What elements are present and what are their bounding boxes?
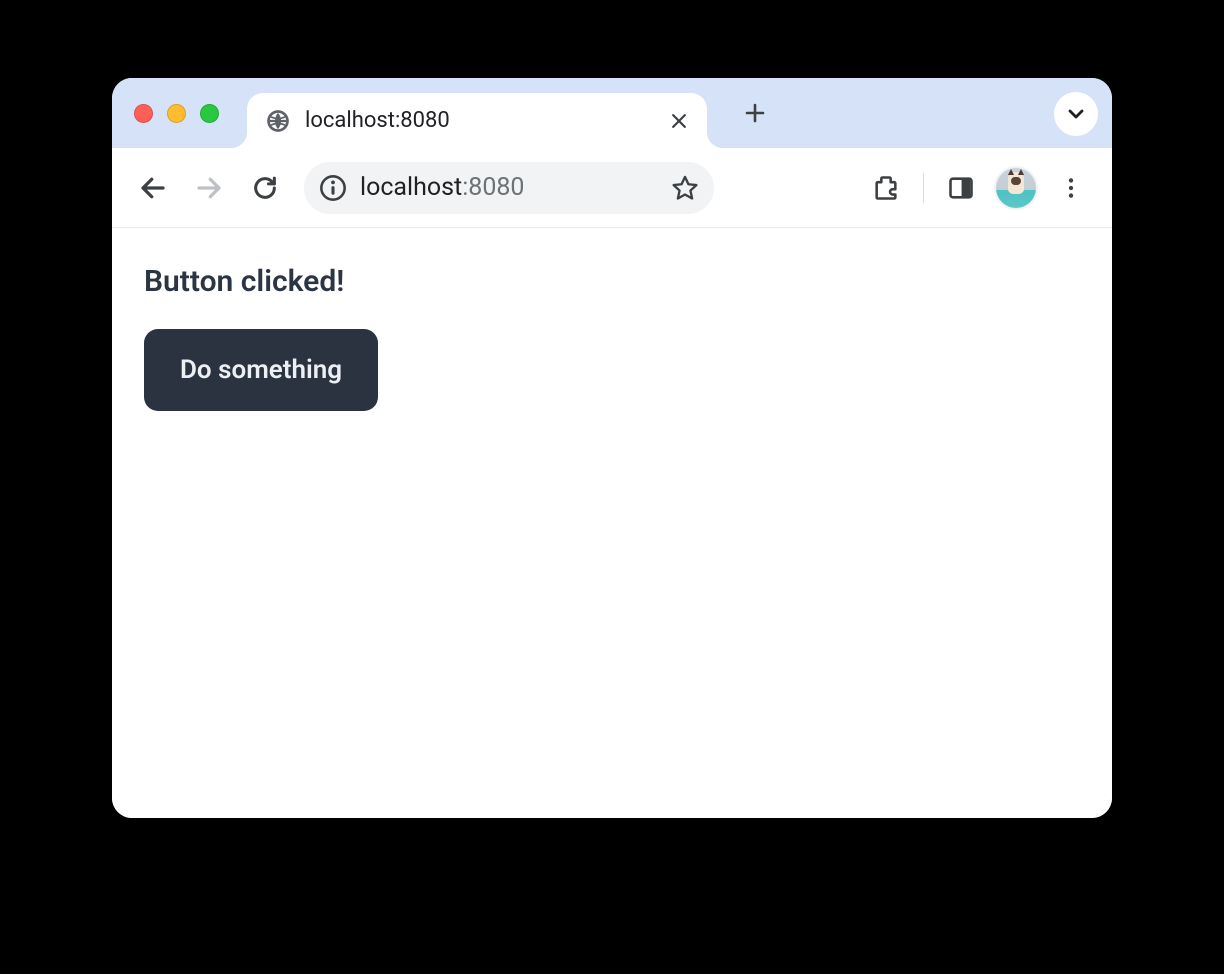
back-button[interactable] <box>130 165 176 211</box>
window-controls <box>134 104 219 123</box>
kebab-menu-icon <box>1058 175 1084 201</box>
close-window-button[interactable] <box>134 104 153 123</box>
browser-tab[interactable]: localhost:8080 <box>247 93 707 148</box>
minimize-window-button[interactable] <box>167 104 186 123</box>
toolbar-separator <box>923 173 924 203</box>
browser-window: localhost:8080 <box>112 78 1112 818</box>
extensions-button[interactable] <box>863 165 909 211</box>
address-bar[interactable]: localhost:8080 <box>304 162 714 214</box>
toolbar: localhost:8080 <box>112 148 1112 228</box>
status-message: Button clicked! <box>144 264 1080 299</box>
profile-button[interactable] <box>994 166 1038 210</box>
tab-search-button[interactable] <box>1054 92 1098 136</box>
forward-button[interactable] <box>186 165 232 211</box>
tab-title: localhost:8080 <box>305 108 655 133</box>
bookmark-button[interactable] <box>670 173 700 203</box>
panel-icon <box>947 174 975 202</box>
chevron-down-icon <box>1064 102 1088 126</box>
tab-wrap: localhost:8080 <box>247 78 707 148</box>
chrome-menu-button[interactable] <box>1048 165 1094 211</box>
close-tab-button[interactable] <box>669 111 689 131</box>
plus-icon <box>743 101 767 125</box>
reload-icon <box>251 174 279 202</box>
maximize-window-button[interactable] <box>200 104 219 123</box>
star-icon <box>671 174 699 202</box>
arrow-left-icon <box>138 173 168 203</box>
close-icon <box>669 111 689 131</box>
do-something-button[interactable]: Do something <box>144 329 378 411</box>
globe-icon <box>265 108 291 134</box>
new-tab-button[interactable] <box>735 93 775 133</box>
arrow-right-icon <box>194 173 224 203</box>
site-info-button[interactable] <box>318 173 348 203</box>
puzzle-icon <box>872 174 900 202</box>
url-port: :8080 <box>462 173 524 202</box>
avatar-image <box>996 168 1036 208</box>
reload-button[interactable] <box>242 165 288 211</box>
page-content: Button clicked! Do something <box>112 228 1112 818</box>
info-icon <box>319 174 347 202</box>
tab-strip: localhost:8080 <box>112 78 1112 148</box>
url-host: localhost <box>360 173 462 202</box>
url-text: localhost:8080 <box>360 173 658 202</box>
side-panel-button[interactable] <box>938 165 984 211</box>
